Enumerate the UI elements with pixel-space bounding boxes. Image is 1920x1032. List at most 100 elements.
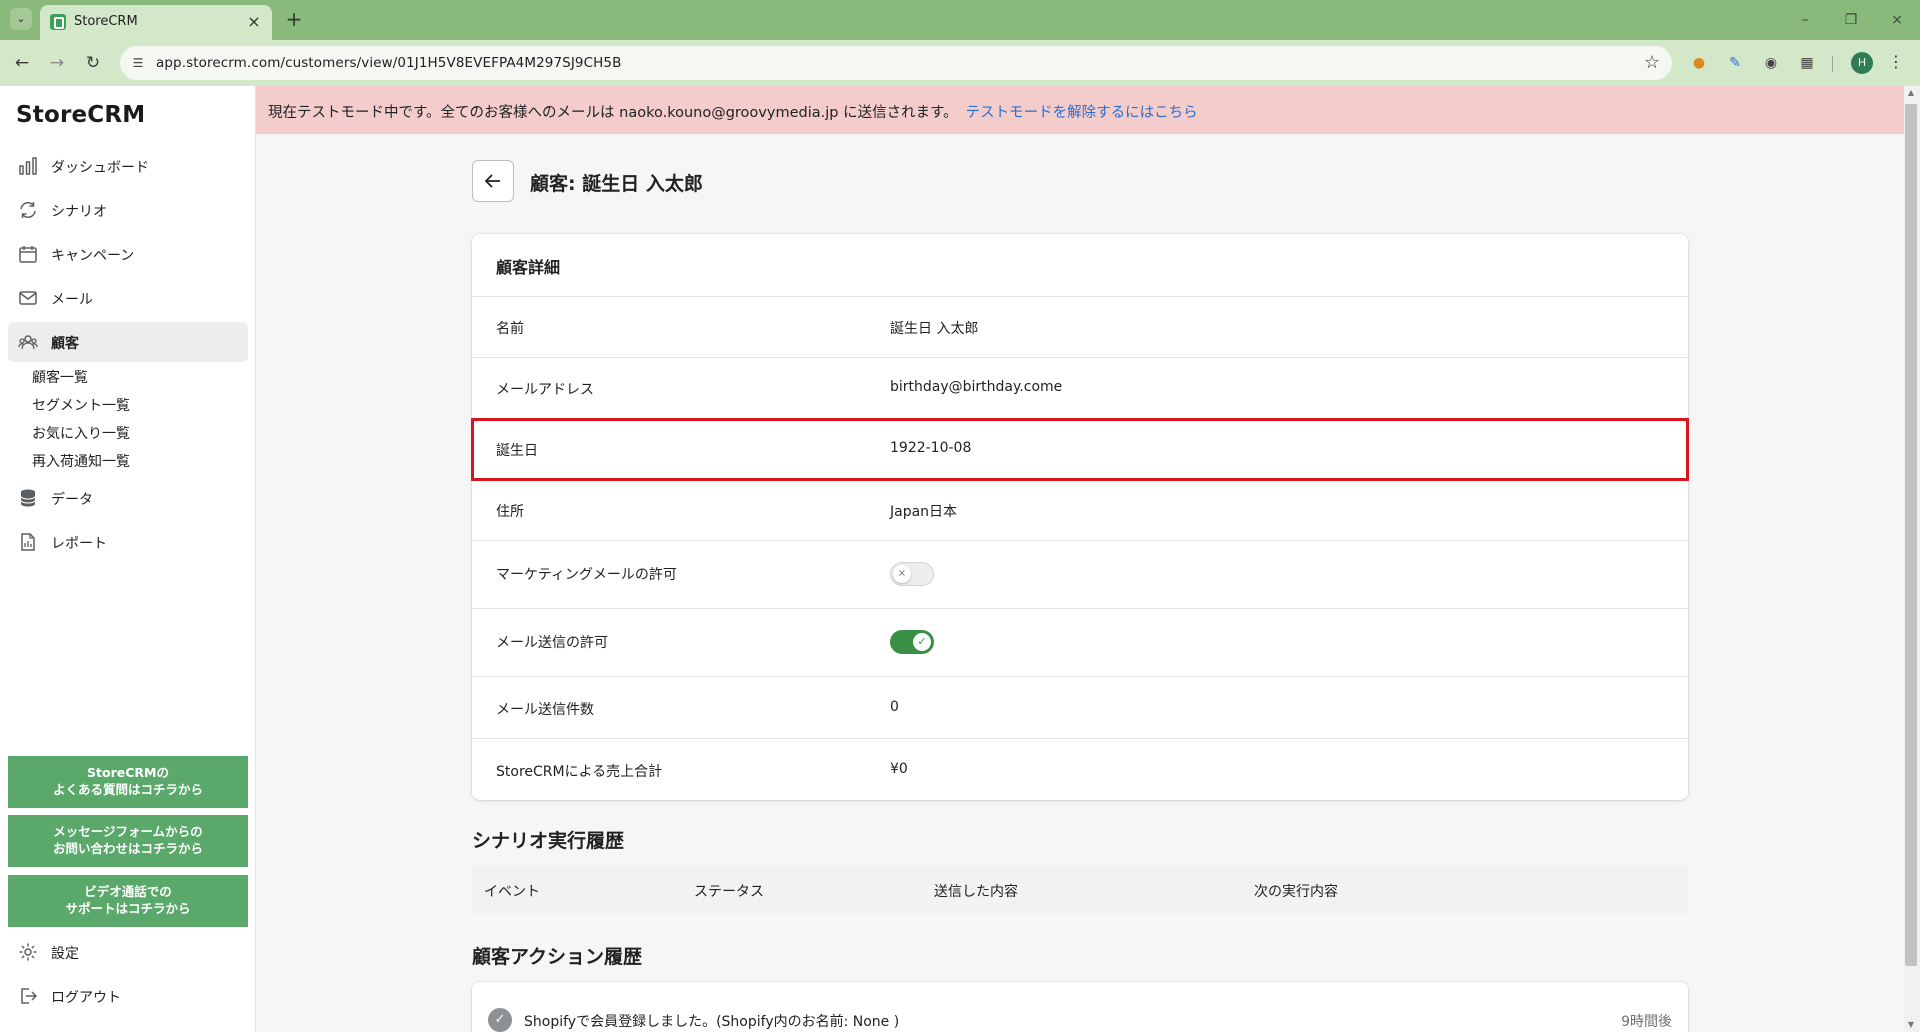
nav-label: ログアウト — [51, 990, 121, 1006]
checkmark-circle-icon: ✓ — [488, 1008, 512, 1032]
document-icon — [21, 533, 35, 551]
detail-row-mail-count: メール送信件数 0 — [472, 676, 1688, 738]
sub-nav-customer-list[interactable]: 顧客一覧 — [32, 367, 88, 387]
app-logo[interactable]: StoreCRM — [16, 102, 145, 128]
nav-report[interactable]: レポート — [8, 522, 248, 562]
nav-label: メール — [51, 292, 93, 308]
detail-row-email: メールアドレス birthday@birthday.come — [472, 357, 1688, 418]
url-text[interactable]: app.storecrm.com/customers/view/01J1H5V8… — [156, 55, 621, 71]
row-label: StoreCRMによる売上合計 — [496, 764, 663, 780]
mail-permission-toggle[interactable]: ✓ — [890, 630, 934, 654]
nav-label: レポート — [51, 536, 107, 552]
customer-detail-card: 顧客詳細 名前 誕生日 入太郎 メールアドレス birthday@birthda… — [472, 234, 1688, 800]
nav-scenario[interactable]: シナリオ — [8, 190, 248, 230]
marketing-email-toggle[interactable]: × — [890, 562, 934, 586]
contact-form-button[interactable]: メッセージフォームからの お問い合わせはコチラから — [8, 815, 248, 867]
faq-button-line1: StoreCRMの — [87, 765, 169, 780]
birthday-highlight-box — [471, 418, 1689, 481]
site-info-icon[interactable]: ☰ — [130, 55, 146, 71]
nav-label: シナリオ — [51, 204, 107, 220]
profile-avatar[interactable]: H — [1851, 52, 1873, 74]
page-title: 顧客: 誕生日 入太郎 — [530, 173, 703, 195]
calendar-icon — [19, 246, 37, 263]
row-value: ¥0 — [890, 761, 908, 777]
scroll-down-icon[interactable]: ▼ — [1906, 1020, 1916, 1029]
tab-search-icon[interactable]: ⌄ — [10, 8, 32, 30]
nav-settings[interactable]: 設定 — [8, 932, 248, 972]
tab-close-icon[interactable]: × — [244, 12, 264, 32]
nav-data[interactable]: データ — [8, 478, 248, 518]
disable-test-mode-link[interactable]: テストモードを解除するにはこちら — [966, 105, 1198, 121]
row-label: 名前 — [496, 321, 524, 337]
scenario-history-title: シナリオ実行履歴 — [472, 830, 625, 852]
gear-icon — [19, 943, 37, 961]
users-icon — [18, 335, 38, 350]
minimize-icon[interactable]: – — [1790, 8, 1820, 32]
nav-mail[interactable]: メール — [8, 278, 248, 318]
envelope-icon — [19, 291, 37, 305]
browser-tabstrip: ⌄ StoreCRM × + – ❐ × — [0, 0, 1920, 40]
banner-text: 現在テストモード中です。全てのお客様へのメールは naoko.kouno@gro… — [268, 105, 958, 121]
row-value: 誕生日 入太郎 — [890, 321, 979, 337]
browser-toolbar: ← → ↻ ☰ app.storecrm.com/customers/view/… — [0, 40, 1920, 86]
row-value: Japan日本 — [890, 504, 958, 520]
action-history-card: ✓ Shopifyで会員登録しました。(Shopify内のお名前: None )… — [472, 982, 1688, 1032]
extensions-puzzle-icon[interactable]: ▦ — [1796, 52, 1818, 74]
refresh-icon — [20, 202, 36, 218]
detail-row-mail-permission: メール送信の許可 ✓ — [472, 608, 1688, 676]
column-header: 送信した内容 — [934, 884, 1018, 900]
password-extension-icon[interactable]: ◉ — [1760, 52, 1782, 74]
banner-message: 現在テストモード中です。全てのお客様へのメールは naoko.kouno@gro… — [268, 101, 1198, 122]
detail-row-name: 名前 誕生日 入太郎 — [472, 296, 1688, 357]
window-close-icon[interactable]: × — [1882, 8, 1912, 32]
browser-menu-icon[interactable]: ⋮ — [1888, 52, 1904, 71]
card-title: 顧客詳細 — [496, 258, 561, 277]
back-button[interactable] — [472, 160, 514, 202]
sub-nav-favorite-list[interactable]: お気に入り一覧 — [32, 423, 130, 443]
bookmark-star-icon[interactable]: ☆ — [1644, 52, 1660, 73]
action-item-text: Shopifyで会員登録しました。(Shopify内のお名前: None ) — [524, 1014, 900, 1030]
nav-dashboard[interactable]: ダッシュボード — [8, 146, 248, 186]
column-header: 次の実行内容 — [1254, 884, 1338, 900]
back-arrow-icon[interactable]: ← — [9, 50, 35, 76]
action-history-title: 顧客アクション履歴 — [472, 946, 643, 968]
scrollbar-thumb[interactable] — [1905, 104, 1917, 966]
action-item-time: 9時間後 — [1621, 1014, 1672, 1030]
column-header: イベント — [484, 884, 540, 900]
sidebar: StoreCRM ダッシュボード シナリオ キャンペーン メール 顧客 顧客一覧… — [0, 86, 256, 1032]
row-label: メールアドレス — [496, 382, 594, 398]
address-bar[interactable]: ☰ app.storecrm.com/customers/view/01J1H5… — [120, 46, 1672, 80]
nav-customers[interactable]: 顧客 — [8, 322, 248, 362]
cookie-extension-icon[interactable]: ● — [1688, 52, 1710, 74]
nav-label: キャンペーン — [51, 248, 135, 264]
sub-nav-segment-list[interactable]: セグメント一覧 — [32, 395, 130, 415]
contact-button-line1: メッセージフォームからの — [53, 824, 203, 839]
faq-button-line2: よくある質問はコチラから — [52, 782, 203, 797]
nav-campaign[interactable]: キャンペーン — [8, 234, 248, 274]
toolbar-divider — [1832, 56, 1833, 72]
row-label: メール送信件数 — [496, 702, 594, 718]
new-tab-plus-icon[interactable]: + — [282, 8, 306, 32]
detail-row-marketing-consent: マーケティングメールの許可 × — [472, 540, 1688, 608]
row-value: 0 — [890, 699, 899, 715]
restore-icon[interactable]: ❐ — [1836, 8, 1866, 32]
forward-arrow-icon[interactable]: → — [44, 50, 70, 76]
test-mode-banner: 現在テストモード中です。全てのお客様へのメールは naoko.kouno@gro… — [256, 86, 1904, 134]
video-support-button[interactable]: ビデオ通話での サポートはコチラから — [8, 875, 248, 927]
tab-title: StoreCRM — [74, 14, 138, 29]
row-label: メール送信の許可 — [496, 635, 608, 651]
video-button-line1: ビデオ通話での — [84, 884, 172, 899]
database-icon — [20, 489, 36, 507]
row-label: マーケティングメールの許可 — [496, 567, 677, 583]
row-value: birthday@birthday.come — [890, 379, 1063, 395]
toggle-on-check-icon: ✓ — [913, 633, 931, 651]
nav-label: ダッシュボード — [51, 160, 149, 176]
sub-nav-restock-list[interactable]: 再入荷通知一覧 — [32, 451, 130, 471]
wrench-extension-icon[interactable]: ✎ — [1724, 52, 1746, 74]
logout-icon — [21, 988, 38, 1004]
faq-button[interactable]: StoreCRMの よくある質問はコチラから — [8, 756, 248, 808]
reload-icon[interactable]: ↻ — [80, 50, 106, 76]
scroll-up-icon[interactable]: ▲ — [1906, 88, 1916, 97]
browser-tab[interactable]: StoreCRM × — [40, 5, 272, 40]
nav-logout[interactable]: ログアウト — [8, 976, 248, 1016]
